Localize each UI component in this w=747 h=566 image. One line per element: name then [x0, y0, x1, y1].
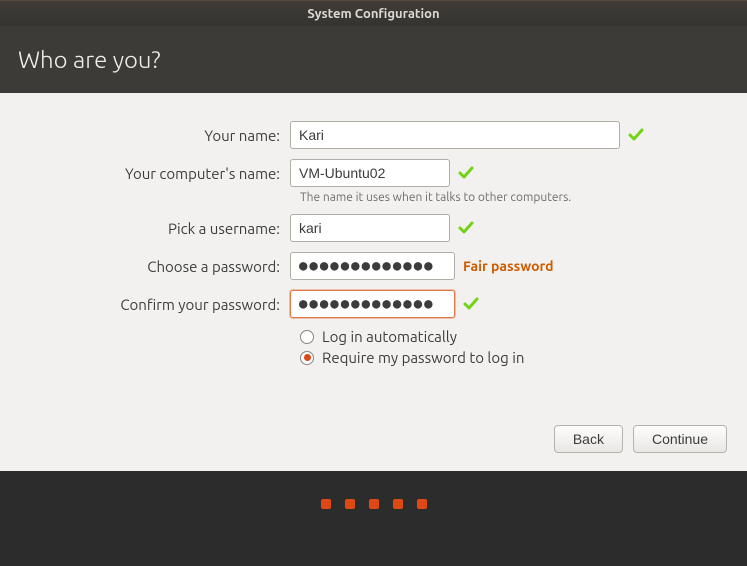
- check-icon: [458, 220, 474, 236]
- row-computer: Your computer's name:: [20, 159, 727, 187]
- progress-dot: [345, 499, 355, 509]
- back-button[interactable]: Back: [554, 425, 623, 453]
- row-username: Pick a username:: [20, 214, 727, 242]
- check-icon: [463, 296, 479, 312]
- label-computer: Your computer's name:: [20, 165, 290, 182]
- password-input[interactable]: [290, 252, 455, 280]
- continue-button[interactable]: Continue: [633, 425, 727, 453]
- label-username: Pick a username:: [20, 220, 290, 237]
- titlebar: System Configuration: [0, 0, 747, 26]
- page-title: Who are you?: [18, 46, 729, 73]
- progress-dot: [417, 499, 427, 509]
- label-confirm: Confirm your password:: [20, 296, 290, 313]
- progress-dot: [321, 499, 331, 509]
- row-confirm: Confirm your password:: [20, 290, 727, 318]
- radio-label-auto: Log in automatically: [322, 328, 457, 345]
- radio-icon: [300, 351, 314, 365]
- label-name: Your name:: [20, 127, 290, 144]
- name-input[interactable]: [290, 121, 620, 149]
- content-area: Your name: Your computer's name: The nam…: [0, 93, 747, 471]
- username-input[interactable]: [290, 214, 450, 242]
- radio-auto-login[interactable]: Log in automatically: [300, 328, 727, 345]
- radio-require-password[interactable]: Require my password to log in: [300, 349, 727, 366]
- row-password: Choose a password: Fair password: [20, 252, 727, 280]
- check-icon: [628, 127, 644, 143]
- progress-dots: [0, 471, 747, 537]
- header: Who are you?: [0, 26, 747, 93]
- computer-name-input[interactable]: [290, 159, 450, 187]
- row-name: Your name:: [20, 121, 727, 149]
- progress-dot: [393, 499, 403, 509]
- progress-dot: [369, 499, 379, 509]
- radio-label-require: Require my password to log in: [322, 349, 524, 366]
- check-icon: [458, 165, 474, 181]
- confirm-password-input[interactable]: [290, 290, 455, 318]
- login-options: Log in automatically Require my password…: [300, 328, 727, 366]
- footer-buttons: Back Continue: [554, 425, 727, 453]
- label-password: Choose a password:: [20, 258, 290, 275]
- window-title: System Configuration: [307, 7, 439, 21]
- password-strength: Fair password: [463, 258, 554, 274]
- computer-name-hint: The name it uses when it talks to other …: [300, 191, 727, 204]
- radio-icon: [300, 330, 314, 344]
